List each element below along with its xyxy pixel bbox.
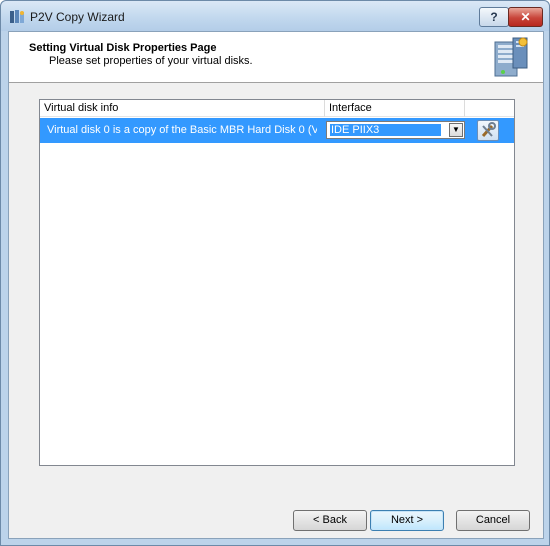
next-button[interactable]: Next >	[370, 510, 444, 531]
column-header-disk-info[interactable]: Virtual disk info	[40, 100, 325, 117]
title-bar[interactable]: P2V Copy Wizard ? ✕	[1, 1, 549, 31]
cancel-button[interactable]: Cancel	[456, 510, 530, 531]
page-subtitle: Please set properties of your virtual di…	[49, 55, 253, 67]
wizard-window: P2V Copy Wizard ? ✕ Setting Virtual Disk…	[0, 0, 550, 546]
back-button[interactable]: < Back	[293, 510, 367, 531]
tools-icon	[481, 122, 496, 138]
window-title: P2V Copy Wizard	[30, 10, 125, 24]
interface-value: IDE PIIX3	[330, 124, 441, 136]
server-wizard-icon	[494, 37, 528, 77]
help-button[interactable]: ?	[479, 7, 509, 27]
disk-properties-button[interactable]	[477, 120, 499, 141]
wizard-client-area: Setting Virtual Disk Properties Page Ple…	[8, 31, 544, 539]
page-title: Setting Virtual Disk Properties Page	[29, 42, 217, 54]
close-button[interactable]: ✕	[508, 7, 543, 27]
column-header-actions[interactable]	[465, 100, 514, 117]
wizard-header: Setting Virtual Disk Properties Page Ple…	[9, 32, 543, 83]
virtual-disk-list[interactable]: Virtual disk info Interface Virtual disk…	[39, 99, 515, 466]
disk-info-cell: Virtual disk 0 is a copy of the Basic MB…	[47, 124, 317, 136]
chevron-down-icon[interactable]: ▼	[449, 123, 463, 137]
column-header-interface[interactable]: Interface	[325, 100, 465, 117]
p2v-app-icon	[10, 10, 24, 23]
table-row[interactable]: Virtual disk 0 is a copy of the Basic MB…	[40, 118, 514, 143]
interface-dropdown[interactable]: IDE PIIX3 ▼	[326, 121, 465, 139]
